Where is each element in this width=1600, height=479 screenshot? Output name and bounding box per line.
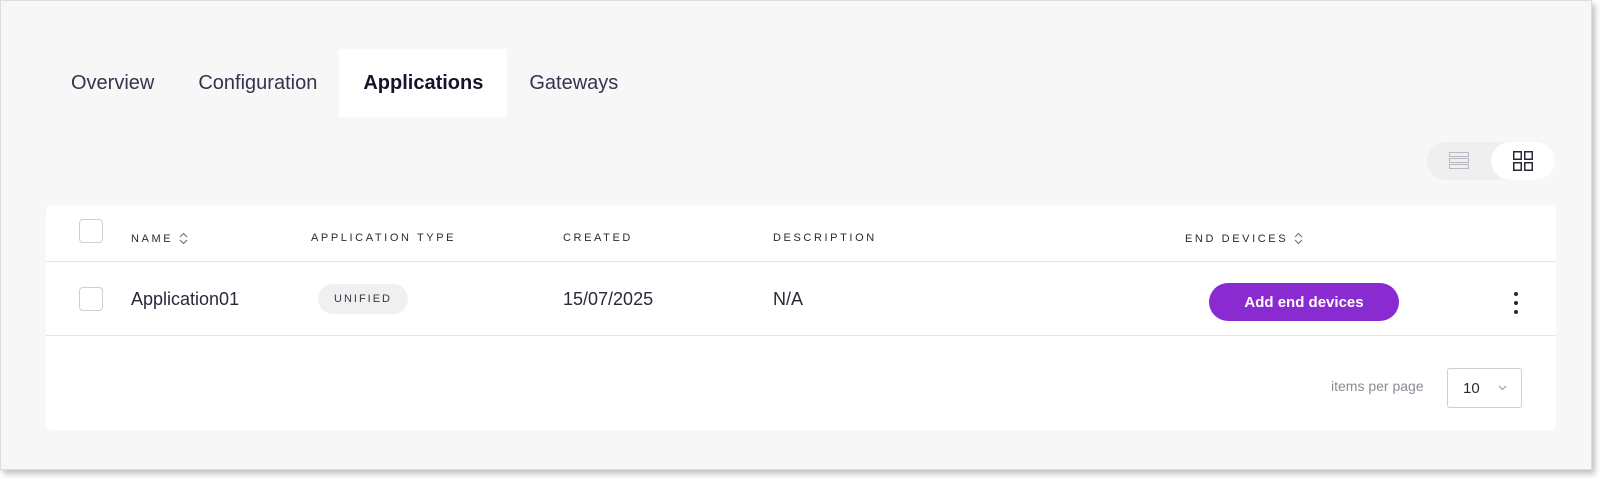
column-header-created: CREATED: [563, 232, 633, 244]
header-divider: [46, 261, 1556, 262]
column-header-application-type: APPLICATION TYPE: [311, 232, 456, 244]
list-view-button[interactable]: [1427, 142, 1491, 180]
tab-bar: Overview Configuration Applications Gate…: [49, 49, 640, 117]
column-header-end-devices[interactable]: END DEVICES: [1185, 232, 1303, 245]
column-header-name[interactable]: NAME: [131, 232, 188, 245]
more-options-icon[interactable]: [1512, 292, 1520, 314]
row-checkbox[interactable]: [79, 287, 103, 311]
kebab-dot: [1514, 292, 1518, 296]
tab-configuration[interactable]: Configuration: [176, 49, 339, 117]
applications-table-card: NAME APPLICATION TYPE CREATED DESCRIPTIO…: [46, 205, 1556, 430]
row-divider: [46, 335, 1556, 336]
column-header-application-type-label: APPLICATION TYPE: [311, 232, 457, 244]
application-type-badge: UNIFIED: [318, 284, 408, 314]
column-header-name-label: NAME: [131, 232, 174, 245]
tab-gateways[interactable]: Gateways: [507, 49, 640, 117]
column-header-created-label: CREATED: [563, 232, 633, 244]
items-per-page-select[interactable]: 10: [1447, 368, 1522, 408]
tab-overview[interactable]: Overview: [49, 49, 176, 117]
application-name[interactable]: Application01: [131, 289, 239, 310]
tab-applications[interactable]: Applications: [339, 49, 508, 117]
column-header-description: DESCRIPTION: [773, 232, 877, 244]
add-end-devices-button[interactable]: Add end devices: [1209, 283, 1399, 321]
grid-view-button[interactable]: [1491, 142, 1555, 180]
application-panel: Overview Configuration Applications Gate…: [0, 0, 1592, 470]
created-date: 15/07/2025: [563, 289, 654, 309]
chevron-down-icon: [1498, 385, 1507, 391]
description-value: N/A: [773, 289, 804, 309]
select-all-checkbox[interactable]: [79, 219, 103, 243]
sort-icon[interactable]: [179, 232, 188, 245]
items-per-page-value: 10: [1463, 379, 1480, 397]
sort-icon[interactable]: [1294, 232, 1303, 245]
kebab-dot: [1514, 301, 1518, 305]
column-header-description-label: DESCRIPTION: [773, 232, 877, 244]
grid-view-icon: [1513, 151, 1533, 171]
kebab-dot: [1514, 310, 1518, 314]
column-header-end-devices-label: END DEVICES: [1185, 232, 1289, 245]
items-per-page-label: items per page: [1331, 378, 1424, 394]
list-view-icon: [1449, 152, 1469, 169]
view-toggle: [1427, 142, 1555, 180]
